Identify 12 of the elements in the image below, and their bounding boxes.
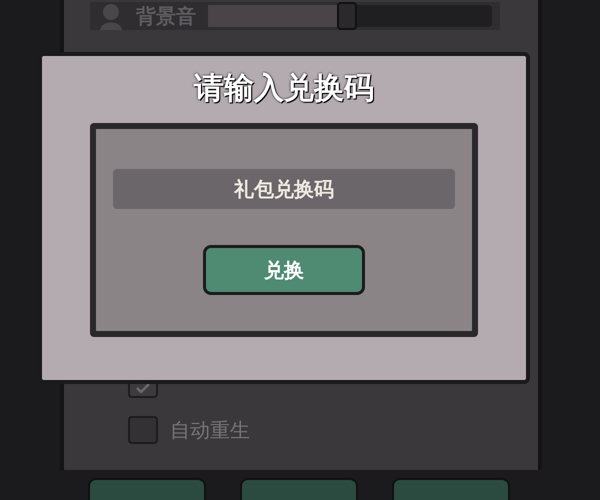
- dialog-title: 请输入兑换码: [194, 70, 374, 108]
- option-label: 自动重生: [170, 417, 250, 444]
- menu-button[interactable]: [88, 478, 206, 500]
- volume-slider[interactable]: [208, 5, 492, 27]
- menu-button[interactable]: [240, 478, 358, 500]
- code-input-field[interactable]: 礼包兑换码: [113, 169, 455, 209]
- checkbox[interactable]: [128, 416, 158, 444]
- redeem-button[interactable]: 兑换: [203, 245, 365, 295]
- check-icon: [136, 383, 150, 393]
- menu-button[interactable]: [392, 478, 510, 500]
- slider-thumb[interactable]: [337, 2, 358, 30]
- person-icon: [98, 2, 124, 30]
